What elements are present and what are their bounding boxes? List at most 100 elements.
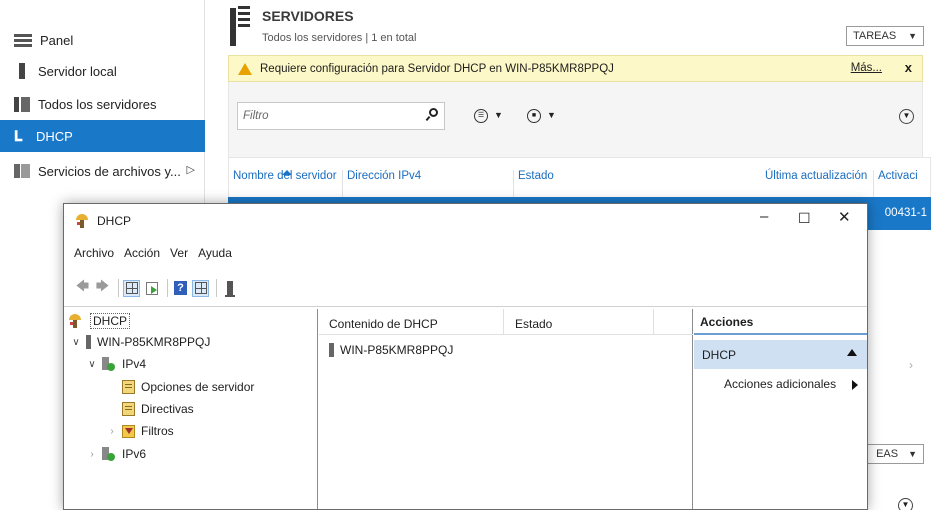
row-cell-activation: 00431-1 — [884, 207, 927, 219]
server-icon — [224, 281, 235, 297]
show-action-pane-button[interactable] — [192, 279, 209, 297]
actions-title: Acciones — [700, 315, 754, 329]
results-pane: Contenido de DHCP Estado WIN-P85KMR8PPQJ — [319, 309, 693, 509]
warning-icon — [238, 62, 252, 75]
tree-node-ipv6[interactable]: › IPv6 — [86, 444, 146, 464]
tree-node-policies[interactable]: Directivas — [122, 399, 194, 419]
column-header[interactable]: Nombre del servidor — [233, 170, 337, 182]
sidebar-item-label: Servicios de archivos y... — [38, 163, 181, 179]
help-button[interactable]: ? — [172, 280, 189, 297]
tree-node-filters[interactable]: › Filtros — [106, 421, 173, 441]
sidebar-item-dhcp[interactable]: 𝐋 DHCP — [0, 120, 205, 152]
tree-label: Directivas — [141, 402, 194, 416]
dhcp-icon — [68, 314, 82, 328]
export-list-button[interactable] — [143, 280, 160, 297]
server-options-icon — [122, 380, 135, 394]
chevron-right-icon[interactable]: › — [86, 449, 98, 460]
column-header[interactable]: Estado — [518, 170, 554, 182]
chevron-right-icon: ▷ — [186, 164, 195, 176]
console-tree: DHCP ∨ WIN-P85KMR8PPQJ ∨ IPv4 Opciones d… — [64, 309, 318, 509]
chevron-down-icon[interactable]: ▼ — [494, 110, 503, 120]
sidebar-item-file-services[interactable]: Servicios de archivos y... ▷ — [0, 155, 205, 187]
warning-text: Requiere configuración para Servidor DHC… — [260, 62, 614, 75]
column-header[interactable]: Estado — [515, 317, 552, 331]
chevron-down-icon[interactable]: ∨ — [70, 337, 82, 348]
actions-section-dhcp[interactable]: DHCP — [694, 340, 867, 369]
tasks-label: EAS — [876, 448, 899, 460]
dhcp-console-window: DHCP – ☐ ✕ Archivo Acción Ver Ayuda 🡄 🡆 … — [63, 203, 868, 510]
ipv6-icon — [102, 447, 116, 461]
chevron-down-icon: ▼ — [908, 31, 917, 41]
grid-icon — [194, 282, 207, 294]
sidebar-item-label: Panel — [40, 32, 74, 48]
close-icon[interactable]: x — [905, 60, 912, 75]
tree-node-server-options[interactable]: Opciones de servidor — [122, 377, 254, 397]
window-title: DHCP — [97, 214, 132, 228]
scroll-right-icon[interactable]: › — [909, 358, 913, 372]
export-icon — [145, 281, 158, 295]
file-services-icon — [14, 164, 30, 178]
filter-input[interactable]: Filtro — [237, 102, 445, 130]
tree-node-ipv4[interactable]: ∨ IPv4 — [86, 354, 146, 374]
tasks-dropdown[interactable]: TAREAS ▼ — [846, 26, 924, 46]
page-subtitle: Todos los servidores | 1 en total — [262, 32, 417, 44]
server-table-header: Nombre del servidor Dirección IPv4 Estad… — [228, 157, 931, 198]
menu-item-action[interactable]: Acción — [124, 246, 160, 268]
sidebar-item-label: Todos los servidores — [38, 96, 157, 112]
menu-item-file[interactable]: Archivo — [74, 246, 114, 268]
toolbar: 🡄 🡆 ? — [64, 276, 867, 300]
sidebar-item-local-server[interactable]: Servidor local — [0, 55, 205, 87]
server-icon — [329, 343, 334, 357]
sidebar-item-all-servers[interactable]: Todos los servidores — [0, 88, 205, 120]
list-options-icon[interactable]: ☰ — [474, 109, 488, 123]
server-tool-button[interactable] — [221, 280, 238, 297]
column-header[interactable]: Dirección IPv4 — [347, 170, 421, 182]
minimize-button[interactable]: – — [760, 208, 768, 225]
forward-arrow-icon[interactable]: 🡆 — [94, 278, 111, 297]
menu-item-view[interactable]: Ver — [170, 246, 188, 268]
chevron-right-icon[interactable] — [852, 380, 858, 390]
column-header[interactable]: Activaci — [878, 170, 918, 182]
list-item-label: WIN-P85KMR8PPQJ — [340, 343, 454, 357]
chevron-down-icon: ▼ — [908, 449, 917, 459]
back-arrow-icon[interactable]: 🡄 — [74, 278, 91, 297]
close-button[interactable]: ✕ — [838, 208, 851, 226]
tree-node-dhcp[interactable]: DHCP — [68, 311, 131, 331]
dhcp-icon — [75, 214, 89, 228]
server-icon — [19, 63, 25, 79]
menu-item-help[interactable]: Ayuda — [198, 246, 232, 268]
filter-placeholder: Filtro — [243, 110, 269, 122]
expand-icon[interactable]: ▼ — [899, 109, 914, 124]
servers-role-icon — [230, 6, 250, 46]
actions-pane: Acciones DHCP Acciones adicionales — [694, 309, 867, 509]
save-query-icon[interactable]: ■ — [527, 109, 541, 123]
more-link[interactable]: Más... — [851, 62, 882, 74]
menu-bar: Archivo Acción Ver Ayuda — [64, 246, 867, 268]
more-actions-item[interactable]: Acciones adicionales — [724, 377, 836, 391]
column-header[interactable]: Última actualización — [765, 170, 867, 182]
grid-icon — [125, 282, 138, 294]
chevron-down-icon[interactable]: ∨ — [86, 359, 98, 370]
policies-icon — [122, 402, 135, 416]
list-item[interactable]: WIN-P85KMR8PPQJ — [329, 343, 453, 357]
tree-label: DHCP — [90, 313, 131, 329]
page-header: SERVIDORES Todos los servidores | 1 en t… — [206, 0, 931, 52]
collapse-icon[interactable] — [847, 349, 857, 356]
column-header[interactable]: Contenido de DHCP — [329, 317, 438, 331]
help-icon: ? — [174, 281, 187, 295]
show-tree-button[interactable] — [123, 279, 140, 297]
dashboard-icon — [14, 33, 32, 47]
search-icon[interactable] — [425, 108, 438, 122]
expand-icon[interactable]: ▼ — [898, 498, 913, 510]
window-titlebar[interactable]: DHCP – ☐ ✕ — [64, 204, 867, 238]
tasks-label: TAREAS — [853, 30, 897, 42]
servers-icon — [14, 96, 30, 112]
server-icon — [86, 335, 91, 349]
sidebar-item-panel[interactable]: Panel — [0, 24, 205, 56]
tree-label: IPv6 — [122, 447, 147, 461]
tree-node-server[interactable]: ∨ WIN-P85KMR8PPQJ — [70, 332, 210, 352]
chevron-down-icon[interactable]: ▼ — [547, 110, 556, 120]
maximize-button[interactable]: ☐ — [798, 210, 811, 227]
tree-label: Opciones de servidor — [141, 380, 255, 394]
chevron-right-icon[interactable]: › — [106, 426, 118, 437]
